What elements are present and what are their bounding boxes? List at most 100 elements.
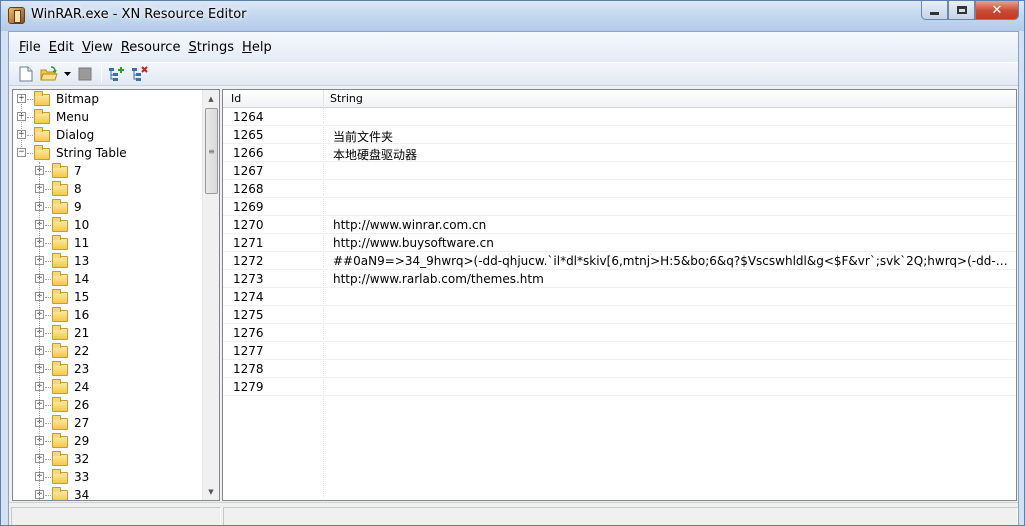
tree-item-string-table-29[interactable]: +29 xyxy=(13,432,203,450)
table-row[interactable]: 1273 http://www.rarlab.com/themes.htm xyxy=(223,270,1016,288)
table-row[interactable]: 1277 xyxy=(223,342,1016,360)
tree-item-string-table-32[interactable]: +32 xyxy=(13,450,203,468)
tree-item-string-table-22[interactable]: +22 xyxy=(13,342,203,360)
scroll-up-icon: ▲ xyxy=(208,94,214,103)
table-row[interactable]: 1275 xyxy=(223,306,1016,324)
tree-item-string-table[interactable]: − String Table xyxy=(13,144,203,162)
table-row[interactable]: 1272 ##0aN9=>34_9hwrq>(-dd-qhjucw.`il*dl*… xyxy=(223,252,1016,270)
table-row[interactable]: 1274 xyxy=(223,288,1016,306)
scroll-thumb[interactable]: ≡ xyxy=(205,108,218,194)
tree-item-string-table-33[interactable]: +33 xyxy=(13,468,203,486)
folder-icon xyxy=(52,343,68,358)
menu-resource[interactable]: Resource xyxy=(121,40,181,55)
tree-item-bitmap[interactable]: + Bitmap xyxy=(13,90,203,108)
tree-vertical-scrollbar[interactable]: ▲ ≡ ▼ xyxy=(202,90,219,500)
table-row[interactable]: 1278 xyxy=(223,360,1016,378)
resource-tree[interactable]: + Bitmap + Menu + Dialog − String Table +7 +8 +9 +1… xyxy=(12,89,220,501)
folder-icon xyxy=(52,325,68,340)
menu-label: elp xyxy=(251,39,272,55)
new-file-button[interactable] xyxy=(15,64,37,84)
cell-id: 1274 xyxy=(233,290,264,304)
table-row[interactable]: 1269 xyxy=(223,198,1016,216)
open-dropdown-button[interactable] xyxy=(61,64,73,84)
menu-accelerator: H xyxy=(242,39,252,55)
menu-file[interactable]: File xyxy=(19,40,41,55)
table-row[interactable]: 1268 xyxy=(223,180,1016,198)
status-bar xyxy=(9,502,1018,525)
tree-item-string-table-11[interactable]: +11 xyxy=(13,234,203,252)
folder-icon xyxy=(52,433,68,448)
maximize-icon xyxy=(956,6,967,14)
tree-item-label: 29 xyxy=(74,434,90,448)
save-button[interactable] xyxy=(74,64,96,84)
tree-item-string-table-9[interactable]: +9 xyxy=(13,198,203,216)
close-button[interactable]: ✕ xyxy=(975,1,1019,20)
tree-item-label: 15 xyxy=(74,290,90,304)
folder-icon xyxy=(52,469,68,484)
minimize-icon xyxy=(930,11,939,15)
menu-strings[interactable]: Strings xyxy=(188,40,234,55)
tree-item-dialog[interactable]: + Dialog xyxy=(13,126,203,144)
table-row[interactable]: 1264 xyxy=(223,108,1016,126)
table-row[interactable]: 1267 xyxy=(223,162,1016,180)
tree-item-label: 14 xyxy=(74,272,90,286)
tree-item-string-table-15[interactable]: +15 xyxy=(13,288,203,306)
delete-resource-button[interactable] xyxy=(129,64,151,84)
folder-icon xyxy=(52,415,68,430)
table-row[interactable]: 1271 http://www.buysoftware.cn xyxy=(223,234,1016,252)
tree-item-label: 26 xyxy=(74,398,90,412)
menu-label: ile xyxy=(25,39,41,55)
table-row[interactable]: 1276 xyxy=(223,324,1016,342)
cell-id: 1273 xyxy=(233,272,264,286)
column-divider[interactable] xyxy=(323,90,324,108)
tree-item-string-table-24[interactable]: +24 xyxy=(13,378,203,396)
collapse-icon[interactable]: − xyxy=(17,148,26,157)
title-bar[interactable]: WinRAR.exe - XN Resource Editor ✕ xyxy=(1,1,1024,31)
table-row[interactable]: 1265 当前文件夹 xyxy=(223,126,1016,144)
menu-view[interactable]: View xyxy=(82,40,113,55)
window-title: WinRAR.exe - XN Resource Editor xyxy=(31,7,247,22)
tree-item-string-table-8[interactable]: +8 xyxy=(13,180,203,198)
status-panel-right xyxy=(223,507,1018,525)
tree-guide-line xyxy=(39,162,40,500)
scroll-up-button[interactable]: ▲ xyxy=(203,90,219,107)
tree-item-string-table-16[interactable]: +16 xyxy=(13,306,203,324)
list-header: Id String xyxy=(223,90,1016,108)
menu-edit[interactable]: Edit xyxy=(49,40,74,55)
tree-item-label: 32 xyxy=(74,452,90,466)
cell-id: 1277 xyxy=(233,344,264,358)
folder-icon xyxy=(34,145,50,160)
tree-item-string-table-14[interactable]: +14 xyxy=(13,270,203,288)
menu-accelerator: V xyxy=(81,39,91,55)
maximize-button[interactable] xyxy=(948,1,975,20)
open-button[interactable] xyxy=(38,64,60,84)
table-row[interactable]: 1266 本地硬盘驱动器 xyxy=(223,144,1016,162)
tree-item-label: 24 xyxy=(74,380,90,394)
tree-item-string-table-7[interactable]: +7 xyxy=(13,162,203,180)
tree-item-string-table-21[interactable]: +21 xyxy=(13,324,203,342)
scroll-down-button[interactable]: ▼ xyxy=(203,483,219,500)
string-list[interactable]: Id String 1264 1265 当前文件夹 1266 本地硬盘驱动器 1267 12… xyxy=(222,89,1017,501)
column-header-string[interactable]: String xyxy=(330,92,363,105)
tree-item-string-table-34[interactable]: +34 xyxy=(13,486,203,500)
tree-item-label: 33 xyxy=(74,470,90,484)
tree-item-label: 9 xyxy=(74,200,82,214)
menu-help[interactable]: Help xyxy=(242,40,272,55)
cell-string: http://www.winrar.com.cn xyxy=(333,218,487,232)
tree-item-string-table-26[interactable]: +26 xyxy=(13,396,203,414)
caption-buttons: ✕ xyxy=(921,1,1019,21)
folder-icon xyxy=(52,361,68,376)
tree-item-string-table-13[interactable]: +13 xyxy=(13,252,203,270)
minimize-button[interactable] xyxy=(921,1,948,20)
folder-icon xyxy=(52,181,68,196)
tree-item-string-table-23[interactable]: +23 xyxy=(13,360,203,378)
column-header-id[interactable]: Id xyxy=(231,92,241,105)
tree-item-string-table-10[interactable]: +10 xyxy=(13,216,203,234)
tree-item-string-table-27[interactable]: +27 xyxy=(13,414,203,432)
add-resource-button[interactable] xyxy=(106,64,128,84)
table-row[interactable]: 1279 xyxy=(223,378,1016,396)
tree-item-menu[interactable]: + Menu xyxy=(13,108,203,126)
tree-item-label: 7 xyxy=(74,164,82,178)
table-row[interactable]: 1270 http://www.winrar.com.cn xyxy=(223,216,1016,234)
winrar-app-icon[interactable] xyxy=(8,7,25,24)
